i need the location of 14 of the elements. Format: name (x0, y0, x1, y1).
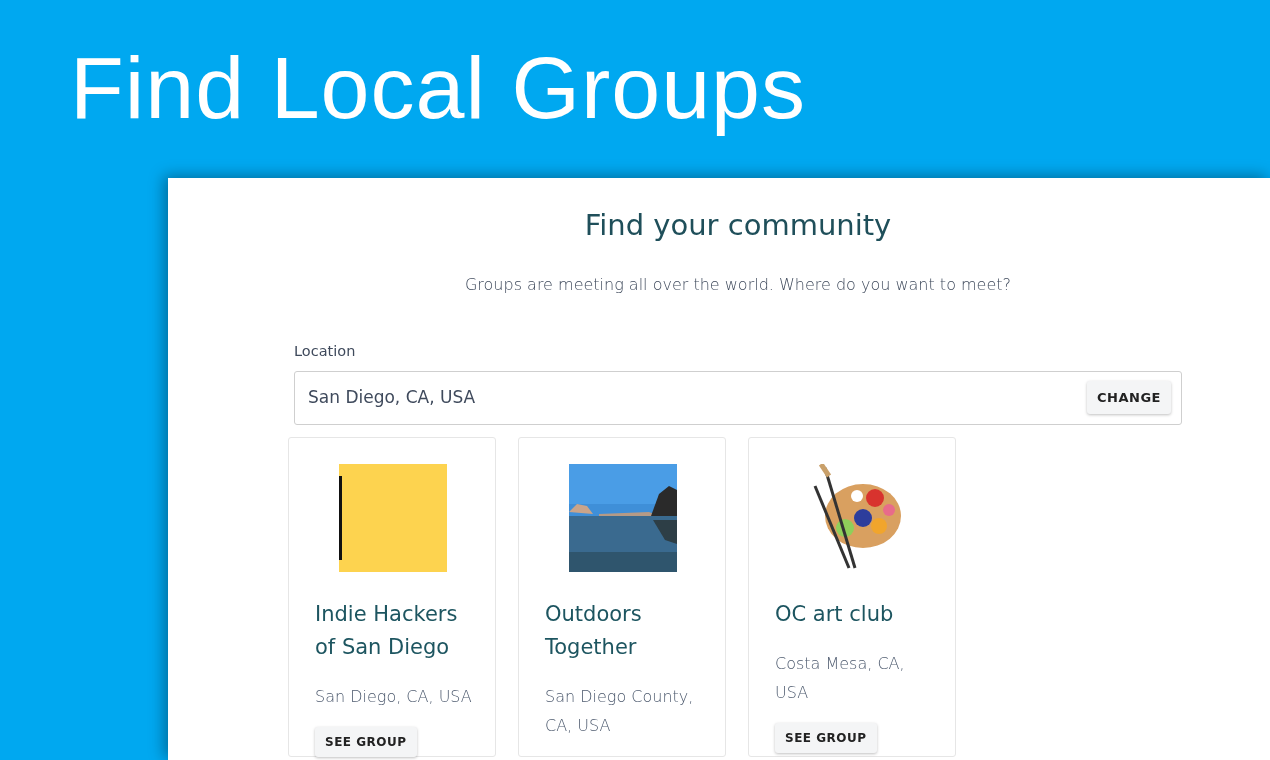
location-label: Location (294, 341, 357, 361)
see-group-button[interactable]: SEE GROUP (775, 722, 877, 753)
panel-subtitle: Groups are meeting all over the world. Where do you want to meet? (463, 273, 1013, 296)
group-name[interactable]: OC art club (775, 597, 939, 631)
group-location: Costa Mesa, CA, USA (775, 652, 906, 704)
group-location: San Diego County, CA, USA (545, 685, 695, 737)
group-name[interactable]: Indie Hackers of San Diego (315, 597, 479, 664)
change-button[interactable]: CHANGE (1087, 380, 1171, 415)
group-name[interactable]: Outdoors Together (545, 597, 709, 664)
page-title: Find Local Groups (69, 37, 808, 139)
panel-heading: Find your community (583, 208, 893, 243)
location-field[interactable]: San Diego, CA, USA CHANGE (294, 370, 1182, 425)
group-location: San Diego, CA, USA (315, 685, 473, 708)
see-group-button[interactable]: SEE GROUP (315, 726, 417, 757)
